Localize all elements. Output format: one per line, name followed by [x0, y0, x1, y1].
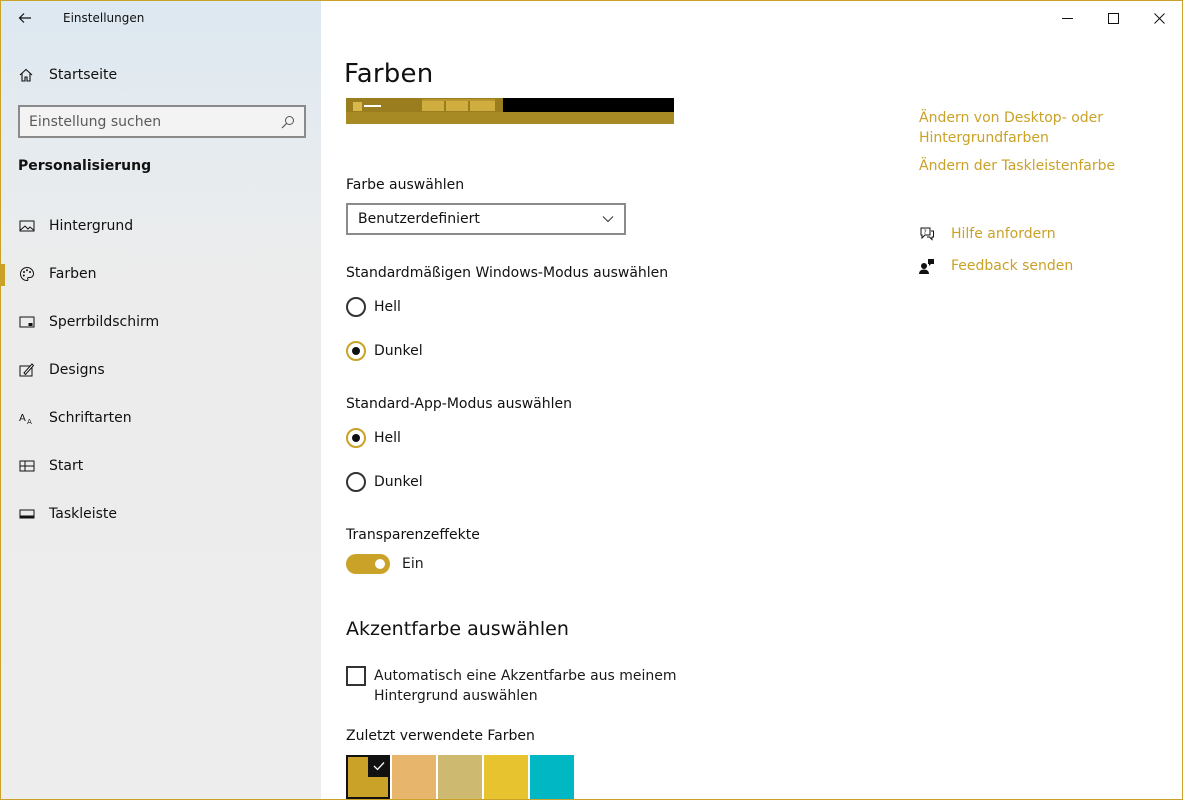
auto-accent-checkbox[interactable] [346, 666, 366, 686]
taskbar-icon [19, 509, 35, 519]
main-content: Farben Farbe auswählen Benutzerdefiniert… [321, 1, 1182, 799]
taskbar-color-link[interactable]: Ändern der Taskleistenfarbe [919, 156, 1139, 176]
app-mode-radio-dunkel[interactable]: Dunkel [346, 470, 423, 494]
svg-text:?: ? [924, 229, 927, 236]
picture-icon [19, 220, 35, 232]
recent-colors-label: Zuletzt verwendete Farben [346, 728, 535, 744]
sidebar-item-label: Designs [49, 362, 105, 378]
home-icon [19, 68, 33, 82]
app-mode-label: Standard-App-Modus auswählen [346, 396, 573, 412]
app-title: Einstellungen [63, 11, 145, 25]
sidebar-item-farben[interactable]: Farben [1, 254, 321, 294]
sidebar-home[interactable]: Startseite [18, 63, 117, 87]
lockscreen-icon [19, 316, 35, 328]
svg-text:A: A [19, 413, 26, 424]
radio-label: Dunkel [374, 343, 423, 359]
radio-label: Hell [374, 299, 401, 315]
sidebar-item-label: Taskleiste [49, 506, 118, 522]
desktop-background-colors-link[interactable]: Ändern von Desktop- oder Hintergrundfarb… [919, 108, 1139, 148]
help-link[interactable]: ? Hilfe anfordern [919, 224, 1056, 244]
radio-circle [346, 472, 366, 492]
sidebar-item-designs[interactable]: Designs [1, 350, 321, 390]
sidebar-item-label: Start [49, 458, 84, 474]
help-chat-icon: ? [920, 227, 934, 241]
related-settings: Ändern von Desktop- oder Hintergrundfarb… [919, 108, 1139, 176]
sidebar: Einstellungen Startseite Personalisierun… [1, 1, 321, 799]
color-swatch-3[interactable] [438, 755, 482, 799]
sidebar-item-schriftarten[interactable]: AA Schriftarten [1, 398, 321, 438]
radio-circle-checked [346, 341, 366, 361]
caption-buttons [1044, 1, 1182, 35]
help-label: Hilfe anfordern [951, 226, 1056, 242]
windows-mode-label: Standardmäßigen Windows-Modus auswählen [346, 265, 669, 281]
search-input[interactable] [29, 113, 281, 130]
transparency-state: Ein [402, 556, 424, 572]
minimize-button[interactable] [1044, 1, 1090, 35]
search-box[interactable] [18, 105, 306, 138]
auto-accent-label: Automatisch eine Akzentfarbe aus meinem … [374, 668, 677, 704]
checkmark-icon [368, 755, 390, 777]
color-select-dropdown[interactable]: Benutzerdefiniert [346, 203, 626, 235]
back-arrow-icon [18, 13, 31, 23]
auto-accent-checkbox-row[interactable]: Automatisch eine Akzentfarbe aus meinem … [346, 666, 786, 706]
feedback-person-icon [919, 259, 934, 274]
page-title: Farben [344, 59, 434, 89]
sidebar-item-taskleiste[interactable]: Taskleiste [1, 494, 321, 534]
recent-colors [346, 755, 576, 799]
sidebar-item-sperrbildschirm[interactable]: Sperrbildschirm [1, 302, 321, 342]
section-title: Personalisierung [18, 158, 152, 174]
color-swatch-5[interactable] [530, 755, 574, 799]
color-select-label: Farbe auswählen [346, 177, 465, 193]
color-preview-image [346, 98, 674, 124]
svg-text:A: A [27, 418, 32, 426]
radio-label: Dunkel [374, 474, 423, 490]
color-swatch-4[interactable] [484, 755, 528, 799]
transparency-label: Transparenzeffekte [346, 527, 480, 543]
feedback-link[interactable]: Feedback senden [919, 256, 1073, 276]
sidebar-item-label: Farben [49, 266, 97, 282]
maximize-button[interactable] [1090, 1, 1136, 35]
fonts-icon: AA [19, 413, 32, 426]
close-button[interactable] [1136, 1, 1182, 35]
themes-icon [19, 363, 35, 377]
windows-mode-radio-hell[interactable]: Hell [346, 295, 401, 319]
windows-mode-radio-dunkel[interactable]: Dunkel [346, 339, 423, 363]
sidebar-item-start[interactable]: Start [1, 446, 321, 486]
transparency-toggle-row: Ein [346, 554, 424, 574]
back-button[interactable] [1, 1, 49, 35]
sidebar-item-label: Schriftarten [49, 410, 132, 426]
sidebar-item-hintergrund[interactable]: Hintergrund [1, 206, 321, 246]
close-icon [1153, 12, 1165, 24]
color-swatch-1[interactable] [346, 755, 390, 799]
radio-label: Hell [374, 430, 401, 446]
maximize-icon [1107, 12, 1119, 24]
sidebar-home-label: Startseite [49, 67, 118, 83]
start-icon [19, 460, 35, 472]
sidebar-item-label: Hintergrund [49, 218, 134, 234]
radio-circle-checked [346, 428, 366, 448]
palette-icon [20, 266, 35, 282]
transparency-toggle[interactable] [346, 554, 390, 574]
sidebar-item-label: Sperrbildschirm [49, 314, 160, 330]
radio-circle [346, 297, 366, 317]
minimize-icon [1061, 17, 1073, 19]
feedback-label: Feedback senden [951, 258, 1074, 274]
color-swatch-2[interactable] [392, 755, 436, 799]
color-select-value: Benutzerdefiniert [358, 211, 480, 227]
settings-window: Einstellungen Startseite Personalisierun… [0, 0, 1183, 800]
titlebar-left: Einstellungen [1, 1, 321, 35]
app-mode-radio-hell[interactable]: Hell [346, 426, 401, 450]
chevron-down-icon [602, 216, 614, 223]
accent-heading: Akzentfarbe auswählen [346, 618, 569, 640]
search-icon [281, 115, 294, 128]
